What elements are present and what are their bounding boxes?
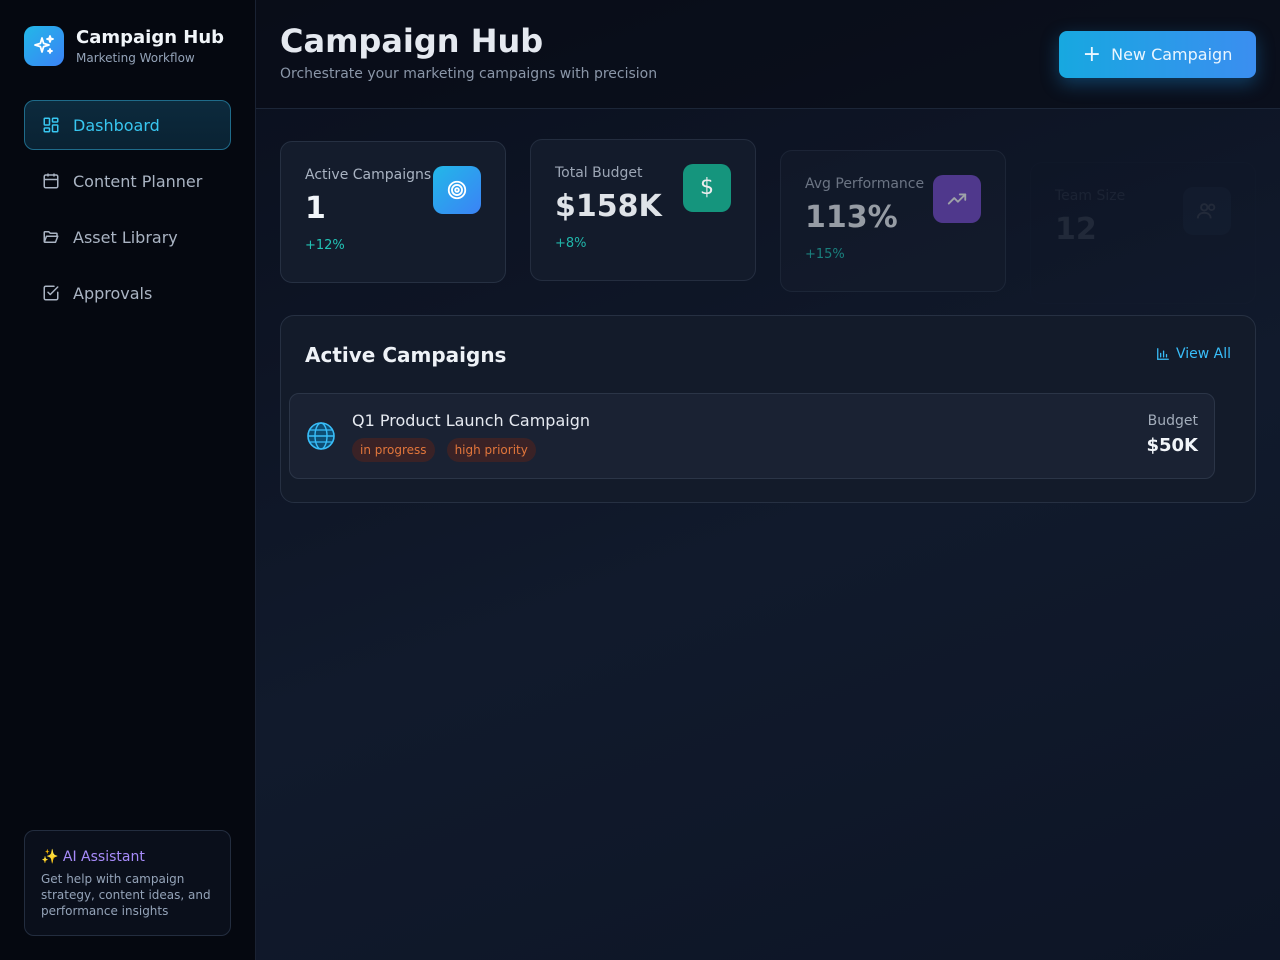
plus-icon: + xyxy=(1082,41,1102,67)
sidebar-item-label: Asset Library xyxy=(73,227,178,247)
stat-change: +12% xyxy=(305,238,345,253)
brand-subtitle: Marketing Workflow xyxy=(76,50,195,65)
users-icon xyxy=(1183,187,1231,235)
main-content: Campaign Hub Orchestrate your marketing … xyxy=(256,0,1280,960)
page-title: Campaign Hub xyxy=(280,22,544,60)
ai-assistant-title: ✨ AI Assistant xyxy=(41,849,145,865)
bar-chart-icon xyxy=(1156,347,1170,361)
sidebar-item-dashboard[interactable]: Dashboard xyxy=(24,100,231,150)
sidebar-item-asset-library[interactable]: Asset Library xyxy=(24,212,231,262)
dashboard-icon xyxy=(41,115,61,135)
budget-label: Budget xyxy=(1147,413,1198,429)
budget-value: $50K xyxy=(1146,435,1198,456)
trending-up-icon xyxy=(933,175,981,223)
page-header: Campaign Hub Orchestrate your marketing … xyxy=(256,0,1280,109)
ai-assistant-description: Get help with campaign strategy, content… xyxy=(41,872,211,918)
brand-title: Campaign Hub xyxy=(76,26,225,48)
folder-icon xyxy=(41,227,61,247)
calendar-icon xyxy=(41,171,61,191)
target-icon xyxy=(433,166,481,214)
sidebar-item-label: Dashboard xyxy=(73,115,160,135)
globe-icon xyxy=(306,421,336,451)
new-campaign-button[interactable]: + New Campaign xyxy=(1059,31,1256,78)
check-square-icon xyxy=(41,283,61,303)
view-all-link[interactable]: View All xyxy=(1156,346,1231,362)
brand[interactable]: Campaign Hub Marketing Workflow xyxy=(24,26,224,66)
sidebar-item-label: Content Planner xyxy=(73,171,203,191)
sidebar-item-approvals[interactable]: Approvals xyxy=(24,268,231,318)
priority-badge: high priority xyxy=(446,438,536,462)
campaign-tags: in progress high priority xyxy=(352,438,548,462)
stat-change: +8% xyxy=(555,236,587,251)
ai-assistant-card[interactable]: ✨ AI Assistant Get help with campaign st… xyxy=(24,830,231,936)
dollar-icon: $ xyxy=(683,164,731,212)
sidebar: Campaign Hub Marketing Workflow Dashboar… xyxy=(0,0,256,960)
stat-card-avg-performance: Avg Performance 113% +15% xyxy=(780,150,1006,292)
stat-card-active-campaigns: Active Campaigns 1 +12% xyxy=(280,141,506,283)
panel-title: Active Campaigns xyxy=(305,343,507,367)
active-campaigns-panel: Active Campaigns View All Q1 Product Lau… xyxy=(280,315,1256,503)
sidebar-nav: Dashboard Content Planner Asset Library … xyxy=(24,100,231,324)
sparkles-icon xyxy=(24,26,64,66)
campaign-name: Q1 Product Launch Campaign xyxy=(352,411,590,430)
status-badge: in progress xyxy=(352,438,435,462)
new-campaign-label: New Campaign xyxy=(1111,45,1233,64)
stat-card-total-budget: Total Budget $158K +8% $ xyxy=(530,139,756,281)
sidebar-item-content-planner[interactable]: Content Planner xyxy=(24,156,231,206)
sidebar-item-label: Approvals xyxy=(73,283,153,303)
page-subtitle: Orchestrate your marketing campaigns wit… xyxy=(280,66,658,82)
stat-change: +15% xyxy=(805,247,845,262)
stat-card-team-size: Team Size 12 xyxy=(1030,162,1256,304)
view-all-label: View All xyxy=(1175,346,1231,362)
campaign-row[interactable]: Q1 Product Launch Campaign in progress h… xyxy=(289,393,1215,479)
app-root: Campaign Hub Marketing Workflow Dashboar… xyxy=(0,0,1280,960)
